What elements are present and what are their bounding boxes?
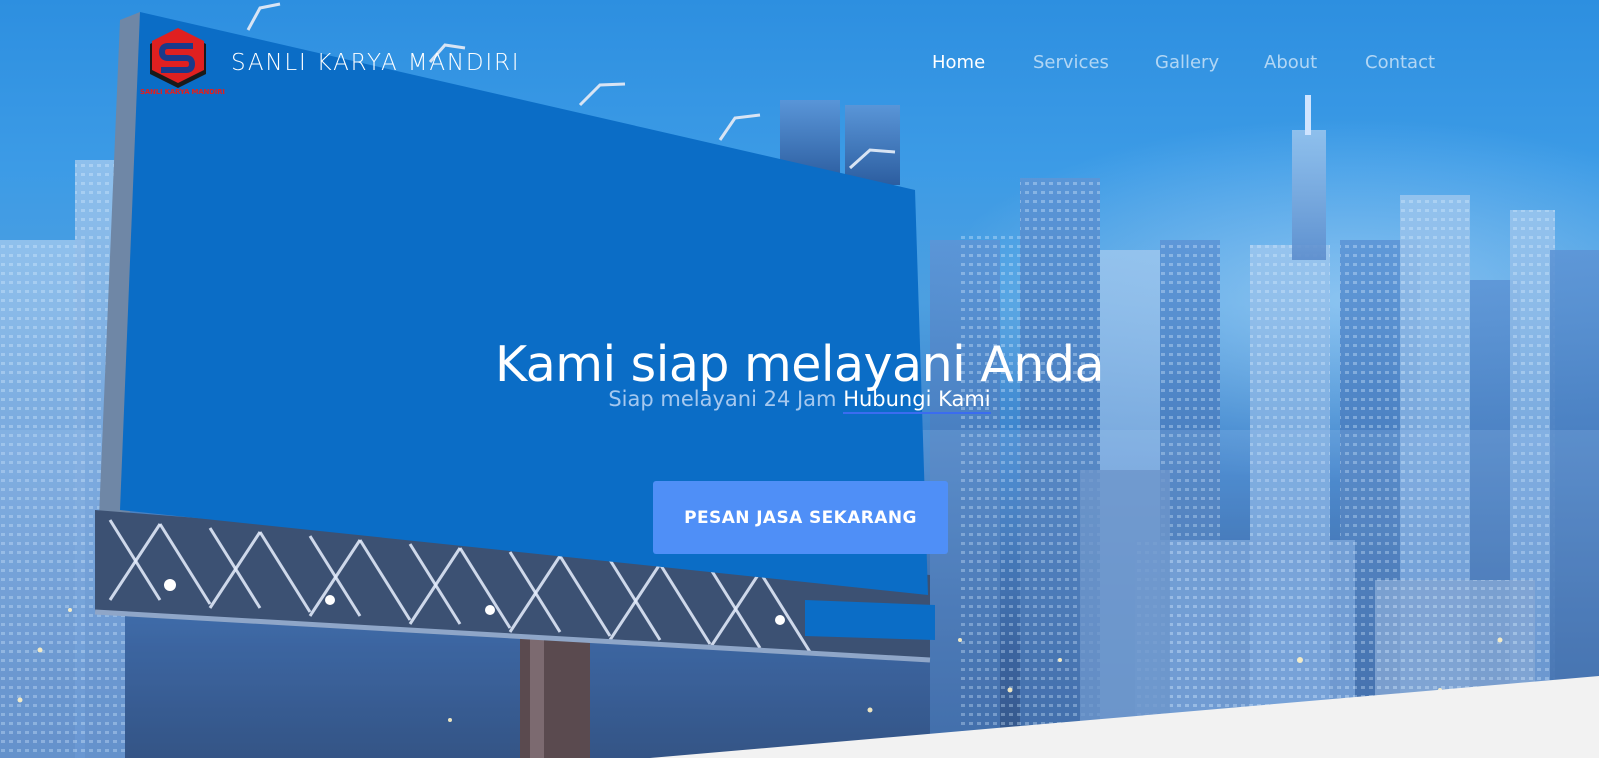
nav-home[interactable]: Home xyxy=(932,52,985,73)
nav-about[interactable]: About xyxy=(1264,52,1317,73)
navbar: SANLI KARYA MANDIRI SANLI KARYA MANDIRI … xyxy=(0,0,1599,120)
nav-gallery[interactable]: Gallery xyxy=(1155,52,1219,73)
main-nav: Home Services Gallery About Contact xyxy=(0,52,1599,80)
hero-subtitle: Siap melayani 24 Jam Hubungi Kami xyxy=(0,387,1599,414)
nav-services[interactable]: Services xyxy=(1033,52,1109,73)
logo-caption: SANLI KARYA MANDIRI xyxy=(140,88,225,96)
nav-contact[interactable]: Contact xyxy=(1365,52,1435,73)
contact-us-link[interactable]: Hubungi Kami xyxy=(843,387,991,414)
hero-subtitle-text: Siap melayani 24 Jam xyxy=(608,387,837,411)
hero-title: Kami siap melayani Anda xyxy=(494,335,1105,393)
order-service-button[interactable]: PESAN JASA SEKARANG xyxy=(653,481,948,554)
